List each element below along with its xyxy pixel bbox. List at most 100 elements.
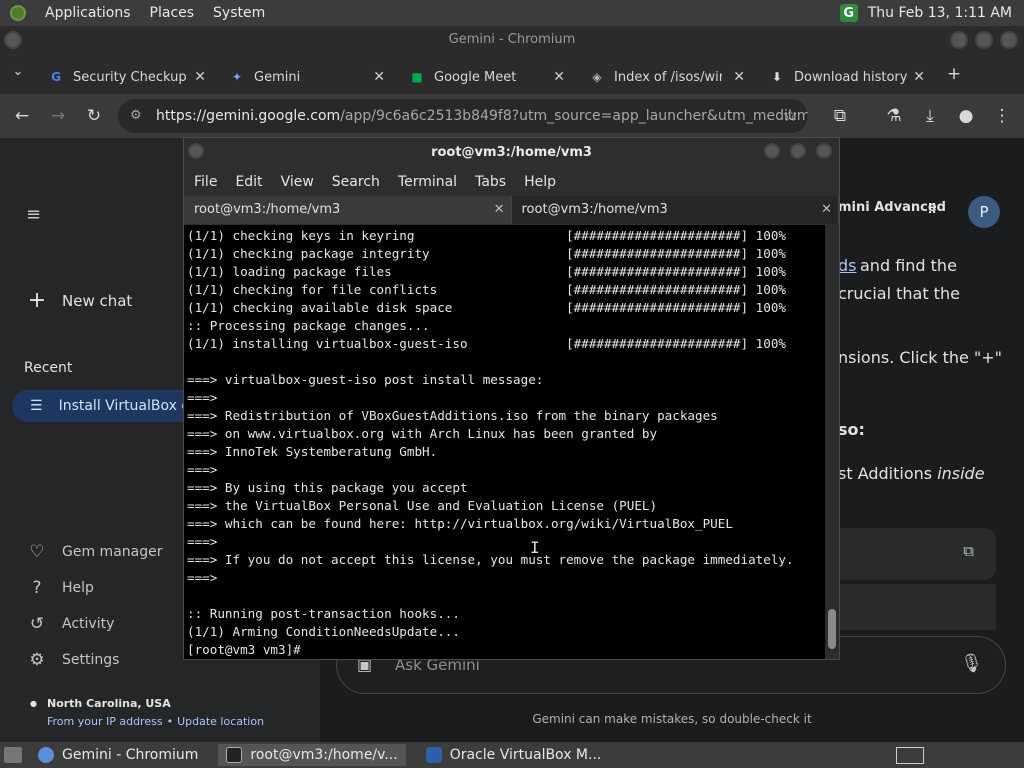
microphone-icon[interactable]: 🎙 [960,653,983,674]
places-menu[interactable]: Places [150,5,195,21]
system-menu[interactable]: System [213,5,265,21]
taskbar-item-virtualbox[interactable]: Oracle VirtualBox M... [425,747,602,763]
avatar[interactable]: P [968,196,1000,228]
close-window-icon[interactable] [1000,31,1018,49]
apps-grid-icon[interactable]: ⠿ [927,202,937,218]
clock[interactable]: Thu Feb 13, 1:11 AM [868,5,1012,21]
gem-manager-item[interactable]: ♡ Gem manager [26,542,162,562]
tab-label: Security Checkup [73,69,187,85]
minimize-icon[interactable] [950,31,968,49]
chromium-icon [38,747,54,763]
menu-search[interactable]: Search [332,174,380,190]
tab-label: Index of /isos/wind [614,69,722,85]
taskbar-item-chromium[interactable]: Gemini - Chromium [38,747,198,763]
applications-menu[interactable]: Applications [45,5,131,21]
menu-view[interactable]: View [281,174,314,190]
menu-file[interactable]: File [194,174,217,190]
location-name: North Carolina, USA [46,697,171,710]
response-text-4: st Additions inside [838,464,985,483]
help-item[interactable]: ? Help [26,578,93,598]
back-icon[interactable]: ← [12,106,32,126]
tab-index-of-isos[interactable]: ◈ Index of /isos/wind ✕ [589,60,745,94]
separator-dot: • [166,715,174,728]
window-menu-icon[interactable] [4,31,22,49]
help-icon: ? [32,578,42,598]
close-tab-icon[interactable]: ✕ [194,69,206,85]
chrome-menu-icon[interactable]: ⋮ [992,106,1012,126]
show-desktop-icon[interactable] [4,747,22,763]
menu-edit[interactable]: Edit [235,174,262,190]
close-terminal-tab-icon[interactable]: ✕ [821,196,832,224]
tab-search-chevron-icon[interactable]: ⌄ [8,62,28,82]
menu-help[interactable]: Help [524,174,556,190]
terminal-icon [226,747,243,763]
close-tab-icon[interactable]: ✕ [733,69,745,85]
text-cursor-icon: I [530,538,540,557]
terminal-scroll-thumb[interactable] [828,609,836,649]
tab-download-history[interactable]: ⬇ Download history ✕ [769,60,925,94]
reload-icon[interactable]: ↻ [84,106,104,126]
address-bar[interactable]: ⚙ https://gemini.google.com/app/9c6a6c25… [118,99,808,133]
url-host: https://gemini.google.com [156,108,341,124]
new-chat-button[interactable]: + New chat [26,288,133,313]
response-link-fragment[interactable]: ds [838,256,857,275]
settings-item[interactable]: ⚙ Settings [26,650,119,670]
close-terminal-tab-icon[interactable]: ✕ [494,196,505,224]
activity-item[interactable]: ↺ Activity [26,614,114,634]
close-tab-icon[interactable]: ✕ [553,69,565,85]
terminal-menu-bar: File Edit View Search Terminal Tabs Help [184,168,839,196]
disclaimer-text: Gemini can make mistakes, so double-chec… [532,712,812,726]
copy-icon[interactable]: ⧉ [963,542,974,560]
site-settings-icon[interactable]: ⚙ [130,99,142,133]
tab-google-meet[interactable]: ■ Google Meet ✕ [409,60,565,94]
maximize-icon[interactable] [975,31,993,49]
update-location-link[interactable]: Update location [177,715,264,728]
downloads-icon[interactable]: ⤓ [920,106,940,126]
taskbar-label: root@vm3:/home/v... [250,747,398,763]
google-icon: G [51,70,61,84]
tab-gemini[interactable]: ✦ Gemini ✕ [229,60,385,94]
response-heading-fragment: so: [838,420,865,439]
terminal-title: root@vm3:/home/vm3 [431,145,592,160]
main-menu-icon[interactable]: ≡ [26,204,41,225]
terminal-tab-1[interactable]: root@vm3:/home/vm3 ✕ [184,196,512,224]
terminal-tab-2[interactable]: root@vm3:/home/vm3 ✕ [512,196,839,224]
terminal-title-bar[interactable]: root@vm3:/home/vm3 [184,138,839,168]
workspace-switcher-icon[interactable] [896,747,924,764]
terminal-minimize-icon[interactable] [764,143,780,159]
terminal-window-menu-icon[interactable] [188,143,204,159]
response-text-4b: inside [937,464,985,483]
profile-icon[interactable]: ● [956,106,976,126]
menu-terminal[interactable]: Terminal [398,174,457,190]
ip-address-text: From your IP address [47,715,163,728]
bookmark-star-icon[interactable]: ☆ [780,106,800,126]
close-tab-icon[interactable]: ✕ [373,69,385,85]
new-tab-icon[interactable]: + [944,64,964,84]
terminal-scrollbar[interactable] [825,225,839,659]
tab-security-checkup[interactable]: G Security Checkup ✕ [48,60,206,94]
extensions-icon[interactable]: ⧉ [830,106,850,126]
url-path: /app/9c6a6c2513b849f8?utm_source=app_lau… [340,108,808,124]
activity-label: Activity [62,616,115,632]
location-text: ● North Carolina, USA [30,697,171,710]
terminal-tab-label: root@vm3:/home/vm3 [521,202,668,217]
tray-g-icon[interactable]: G [839,4,858,22]
response-text-3: nsions. Click the "+" [838,348,1003,367]
gem-manager-label: Gem manager [62,544,163,560]
terminal-output[interactable]: (1/1) checking keys in keyring [########… [184,225,827,659]
close-tab-icon[interactable]: ✕ [913,69,925,85]
gemini-sparkle-icon: ✦ [231,70,243,84]
terminal-tab-label: root@vm3:/home/vm3 [194,202,341,217]
code-block-continued [838,584,996,630]
terminal-maximize-icon[interactable] [790,143,806,159]
forward-icon[interactable]: → [48,106,68,126]
terminal-close-icon[interactable] [816,143,832,159]
virtualbox-icon [425,747,442,763]
plus-icon: + [27,288,47,313]
applications-logo-icon[interactable] [10,5,26,21]
taskbar-label: Oracle VirtualBox M... [449,747,602,763]
labs-flask-icon[interactable]: ⚗ [884,106,904,126]
taskbar-item-terminal[interactable]: root@vm3:/home/v... [218,744,406,766]
menu-tabs[interactable]: Tabs [475,174,506,190]
browser-toolbar: ← → ↻ ⚙ https://gemini.google.com/app/9c… [0,94,1024,138]
